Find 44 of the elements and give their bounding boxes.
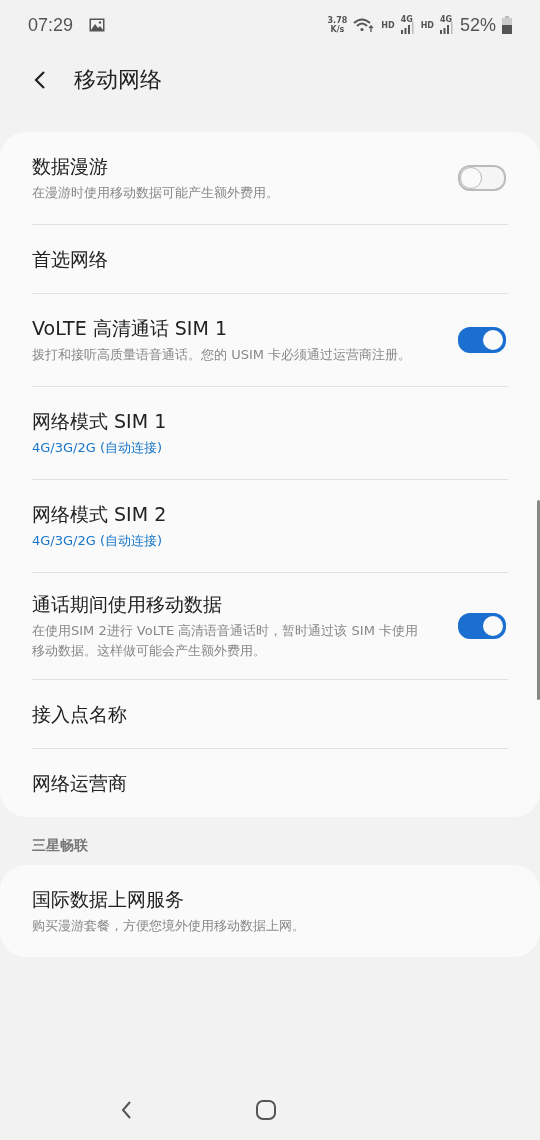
toggle-switch[interactable]	[458, 327, 506, 353]
settings-row[interactable]: 国际数据上网服务 购买漫游套餐，方便您境外使用移动数据上网。	[0, 865, 540, 957]
signal-icon	[439, 22, 454, 34]
signal-icon	[400, 22, 415, 34]
setting-title: 数据漫游	[32, 154, 109, 179]
settings-row[interactable]: 通话期间使用移动数据 在使用SIM 2进行 VoLTE 高清语音通话时，暂时通过该 SIM 卡使用移动数据。这样做可能会产生额外费用。	[0, 573, 540, 679]
setting-value: 4G/3G/2G (自动连接)	[32, 439, 164, 457]
settings-row[interactable]: 网络模式 SIM 2 4G/3G/2G (自动连接)	[0, 480, 540, 572]
settings-row[interactable]: 网络模式 SIM 1 4G/3G/2G (自动连接)	[0, 387, 540, 479]
status-time: 07:29	[28, 14, 74, 36]
setting-title: VoLTE 高清通话 SIM 1	[32, 316, 228, 341]
home-nav-icon[interactable]	[255, 1099, 277, 1121]
settings-row[interactable]: 首选网络	[0, 225, 540, 293]
setting-value: 4G/3G/2G (自动连接)	[32, 532, 164, 550]
setting-title: 通话期间使用移动数据	[32, 592, 223, 617]
setting-description: 购买漫游套餐，方便您境外使用移动数据上网。	[32, 917, 306, 935]
hd-label: HD	[420, 20, 434, 30]
setting-title: 国际数据上网服务	[32, 887, 185, 912]
back-nav-icon[interactable]	[121, 1100, 133, 1120]
setting-title: 网络模式 SIM 2	[32, 502, 168, 527]
setting-description: 在使用SIM 2进行 VoLTE 高清语音通话时，暂时通过该 SIM 卡使用移动数据。这样做可能会产生额外费用。	[32, 622, 419, 660]
network-type: 4G	[400, 16, 413, 24]
settings-row[interactable]: 数据漫游 在漫游时使用移动数据可能产生额外费用。	[0, 132, 540, 224]
setting-description: 在漫游时使用移动数据可能产生额外费用。	[32, 184, 280, 202]
settings-row[interactable]: 接入点名称	[0, 680, 540, 748]
setting-title: 网络模式 SIM 1	[32, 409, 168, 434]
toggle-switch[interactable]	[458, 165, 506, 191]
section-header: 三星畅联	[31, 836, 89, 855]
setting-title: 首选网络	[32, 247, 109, 272]
toggle-switch[interactable]	[458, 613, 506, 639]
settings-row[interactable]: 网络运营商	[0, 749, 540, 817]
setting-title: 网络运营商	[32, 771, 128, 796]
setting-description: 拨打和接听高质量语音通话。您的 USIM 卡必须通过运营商注册。	[32, 346, 413, 364]
back-icon	[34, 70, 46, 90]
network-type: 4G	[439, 16, 453, 24]
page-title: 移动网络	[74, 66, 162, 94]
setting-title: 接入点名称	[32, 702, 128, 727]
battery-level: 52%	[459, 14, 496, 36]
settings-row[interactable]: VoLTE 高清通话 SIM 1 拨打和接听高质量语音通话。您的 USIM 卡必须通过运营商注册。	[0, 294, 540, 386]
battery-icon	[502, 16, 512, 34]
network-speed: 3.78 K/s	[327, 16, 348, 34]
wifi-icon	[353, 17, 376, 33]
image-icon	[89, 18, 106, 32]
hd-label: HD	[381, 20, 395, 30]
